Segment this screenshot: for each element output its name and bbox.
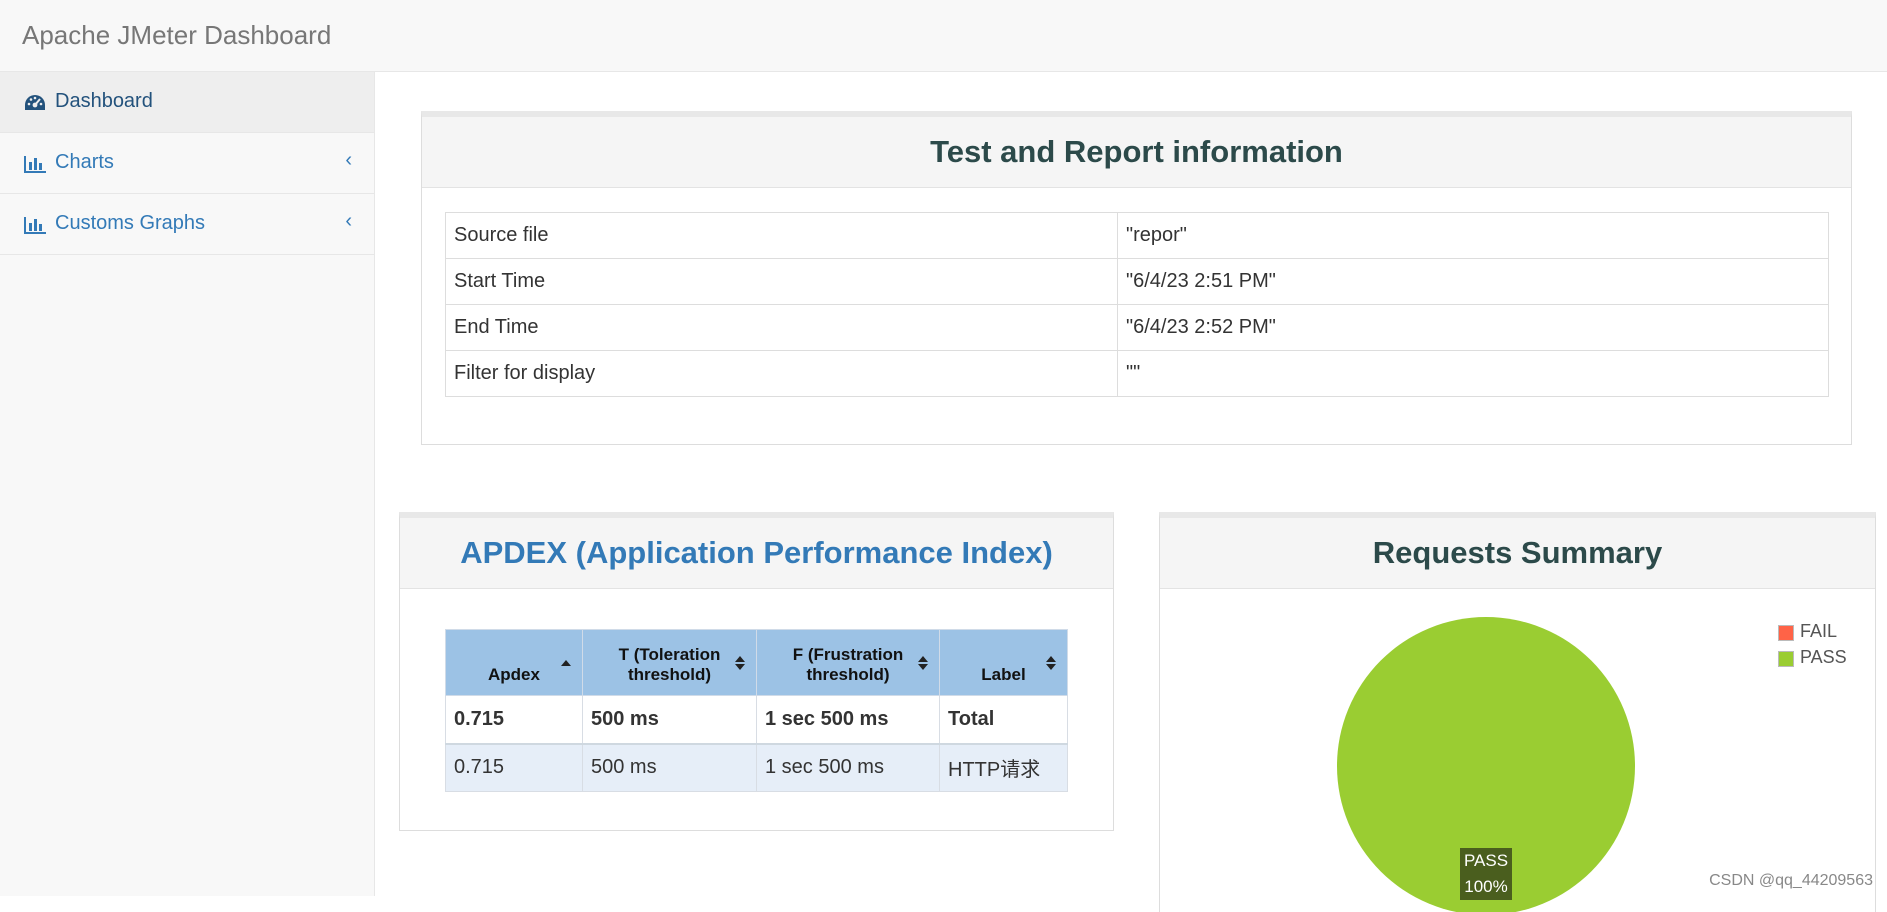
info-key: Start Time (445, 258, 1118, 305)
column-header-label-col[interactable]: Label (939, 629, 1068, 696)
cell-apdex: 0.715 (445, 743, 583, 792)
sidebar-item-label: Dashboard (55, 90, 153, 112)
legend-label: PASS (1800, 647, 1847, 667)
sidebar-item-charts[interactable]: Charts ‹ (0, 133, 374, 194)
sidebar-item-dashboard[interactable]: Dashboard (0, 72, 374, 133)
column-header-frustration[interactable]: F (Frustration threshold) (756, 629, 940, 696)
table-row: Filter for display "" (445, 350, 1829, 397)
chevron-left-icon: ‹ (345, 149, 352, 171)
sort-ascending-icon (561, 660, 571, 666)
apdex-panel: APDEX (Application Performance Index) Ap… (399, 512, 1114, 831)
column-header-label: Apdex (488, 665, 540, 684)
pie-label-percent: 100% (1464, 877, 1508, 896)
legend-label: FAIL (1800, 621, 1838, 641)
column-header-toleration[interactable]: T (Toleration threshold) (582, 629, 757, 696)
sort-both-icon (918, 656, 928, 670)
apdex-table: Apdex T (Toleration threshold) F (Frustr… (445, 629, 1068, 792)
app-title[interactable]: Apache JMeter Dashboard (22, 20, 331, 51)
legend-swatch-fail (1778, 625, 1794, 641)
chevron-left-icon: ‹ (345, 210, 352, 232)
bar-chart-icon (24, 156, 46, 173)
apdex-panel-title[interactable]: APDEX (Application Performance Index) (400, 518, 1113, 589)
cell-frustration: 1 sec 500 ms (756, 695, 940, 745)
sidebar-item-label: Charts (55, 151, 114, 173)
panel-title: Test and Report information (422, 117, 1851, 188)
column-header-apdex[interactable]: Apdex (445, 629, 583, 696)
cell-label: Total (939, 695, 1068, 745)
watermark: CSDN @qq_44209563 (1709, 872, 1873, 889)
table-row: End Time "6/4/23 2:52 PM" (445, 304, 1829, 351)
cell-label: HTTP请求 (939, 743, 1068, 792)
pie-label-name: PASS (1463, 851, 1509, 870)
info-value: "6/4/23 2:51 PM" (1117, 258, 1829, 305)
cell-apdex: 0.715 (445, 695, 583, 745)
sidebar-item-customs-graphs[interactable]: Customs Graphs ‹ (0, 194, 374, 255)
requests-pie-chart[interactable] (1160, 518, 1877, 912)
top-navbar: Apache JMeter Dashboard (0, 0, 1887, 72)
cell-toleration: 500 ms (582, 695, 757, 745)
cell-toleration: 500 ms (582, 743, 757, 792)
table-row: 0.715 500 ms 1 sec 500 ms HTTP请求 (445, 743, 1068, 792)
info-value: "repor" (1117, 212, 1829, 259)
column-header-label: Label (981, 665, 1026, 684)
sidebar-item-label: Customs Graphs (55, 212, 206, 234)
requests-summary-panel: Requests Summary FAIL PASS PASS 100% (1159, 512, 1876, 912)
info-key: Filter for display (445, 350, 1118, 397)
sidebar: Dashboard Charts ‹ Customs Graphs ‹ (0, 72, 375, 896)
table-row: Start Time "6/4/23 2:51 PM" (445, 258, 1829, 305)
column-header-label: T (Toleration threshold) (618, 645, 721, 684)
info-table: Source file "repor" Start Time "6/4/23 2… (445, 212, 1829, 397)
legend-swatch-pass (1778, 651, 1794, 667)
pie-slice-label: PASS 100% (1460, 848, 1512, 900)
sort-both-icon (735, 656, 745, 670)
info-key: Source file (445, 212, 1118, 259)
sort-both-icon (1046, 656, 1056, 670)
table-row: 0.715 500 ms 1 sec 500 ms Total (445, 695, 1068, 745)
info-value: "6/4/23 2:52 PM" (1117, 304, 1829, 351)
bar-chart-icon (24, 217, 46, 234)
info-key: End Time (445, 304, 1118, 351)
test-report-info-panel: Test and Report information Source file … (421, 111, 1852, 445)
cell-frustration: 1 sec 500 ms (756, 743, 940, 792)
table-row: Source file "repor" (445, 212, 1829, 259)
column-header-label: F (Frustration threshold) (792, 645, 904, 684)
dashboard-gauge-icon (25, 95, 45, 110)
info-value: "" (1117, 350, 1829, 397)
